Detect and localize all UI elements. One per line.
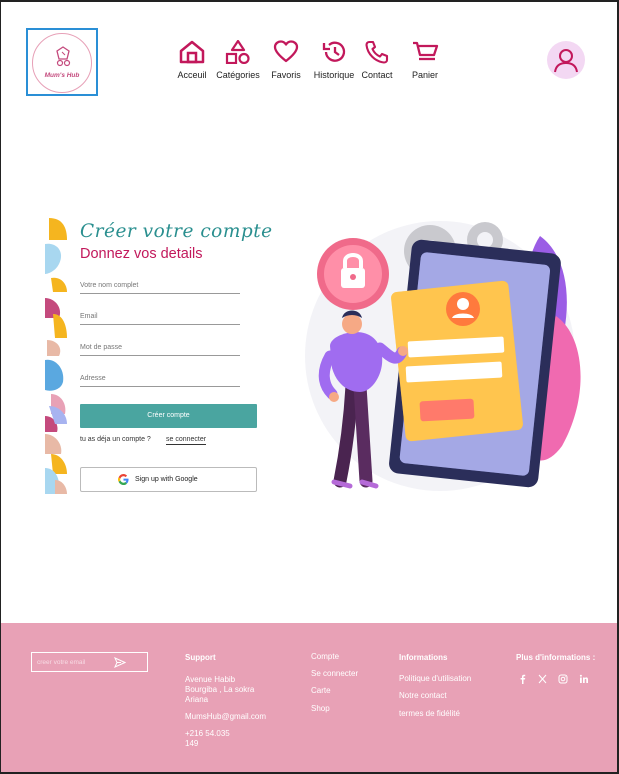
x-icon[interactable] [538, 674, 547, 684]
plus-title: Plus d'informations : [516, 653, 596, 662]
footer: Support Avenue Habib Bourgiba , La sokra… [0, 623, 619, 774]
footer-link-fidelite[interactable]: termes de fidélité [399, 709, 460, 719]
footer-link-shop[interactable]: Shop [311, 704, 330, 714]
nav-historique[interactable]: Historique [312, 40, 356, 80]
nav-favoris[interactable]: Favoris [270, 40, 302, 80]
support-address-3: Ariana [185, 695, 209, 704]
nav-label: Panier [411, 70, 438, 80]
support-address-2: Bourgiba , La sokra [185, 685, 255, 694]
login-link[interactable]: se connecter [166, 436, 207, 445]
cart-icon [413, 41, 439, 61]
have-account-text: tu as déja un compte ? [80, 436, 151, 443]
email-field[interactable]: Email [80, 313, 240, 325]
page-subtitle: Donnez vos details [80, 246, 203, 262]
nav-label: Contact [361, 70, 393, 80]
home-icon [179, 40, 205, 64]
informations-title: Informations [399, 653, 448, 662]
logo-text: Mum's Hub [44, 72, 80, 79]
logo-circle: Mum's Hub [32, 33, 92, 93]
signup-illustration [305, 221, 581, 491]
shapes-icon [225, 40, 250, 64]
nav-label: Favoris [271, 70, 301, 80]
name-placeholder: Votre nom complet [80, 282, 139, 289]
newsletter-form [31, 652, 148, 672]
nav-contact[interactable]: Contact [360, 40, 394, 80]
google-icon [118, 474, 129, 485]
nav-acceuil[interactable]: Acceuil [176, 40, 208, 80]
footer-link-carte[interactable]: Carte [311, 686, 331, 696]
user-icon [554, 49, 578, 73]
support-address-1: Avenue Habib [185, 675, 236, 684]
footer-link-contact[interactable]: Notre contact [399, 691, 447, 701]
history-icon [322, 41, 346, 62]
support-title: Support [185, 653, 216, 662]
create-account-button[interactable]: Créer compte [80, 404, 257, 428]
linkedin-icon[interactable] [579, 674, 589, 684]
google-button-label: Sign up with Google [135, 476, 198, 483]
instagram-icon[interactable] [558, 674, 568, 684]
nav-label: Catégories [216, 70, 260, 80]
nav-panier[interactable]: Panier [408, 40, 442, 80]
user-avatar[interactable] [547, 41, 585, 79]
page-title: Créer votre compte [80, 221, 273, 242]
footer-link-se-connecter[interactable]: Se connecter [311, 669, 358, 679]
footer-link-politique[interactable]: Politique d'utilisation [399, 674, 471, 684]
phone-icon [365, 40, 389, 64]
send-icon[interactable] [114, 657, 126, 668]
support-phone-2: 149 [185, 739, 199, 748]
facebook-icon[interactable] [518, 674, 527, 684]
stroller-icon [56, 46, 71, 67]
heart-icon [273, 40, 299, 63]
nav-label: Acceuil [177, 70, 207, 80]
password-placeholder: Mot de passe [80, 344, 123, 351]
address-field[interactable]: Adresse [80, 375, 240, 387]
name-field[interactable]: Votre nom complet [80, 282, 240, 294]
compte-title[interactable]: Compte [311, 652, 339, 662]
decorative-strip [45, 218, 67, 494]
email-placeholder: Email [80, 313, 98, 320]
newsletter-email-input[interactable] [37, 656, 115, 669]
nav-label: Historique [313, 70, 355, 80]
support-email[interactable]: MumsHub@gmail.com [185, 712, 266, 722]
nav-categories[interactable]: Catégories [216, 40, 260, 80]
google-signup-button[interactable]: Sign up with Google [80, 467, 257, 492]
address-placeholder: Adresse [80, 375, 106, 382]
password-field[interactable]: Mot de passe [80, 344, 240, 356]
support-phone-1: +216 54.035 [185, 729, 230, 738]
logo[interactable]: Mum's Hub [26, 28, 98, 96]
